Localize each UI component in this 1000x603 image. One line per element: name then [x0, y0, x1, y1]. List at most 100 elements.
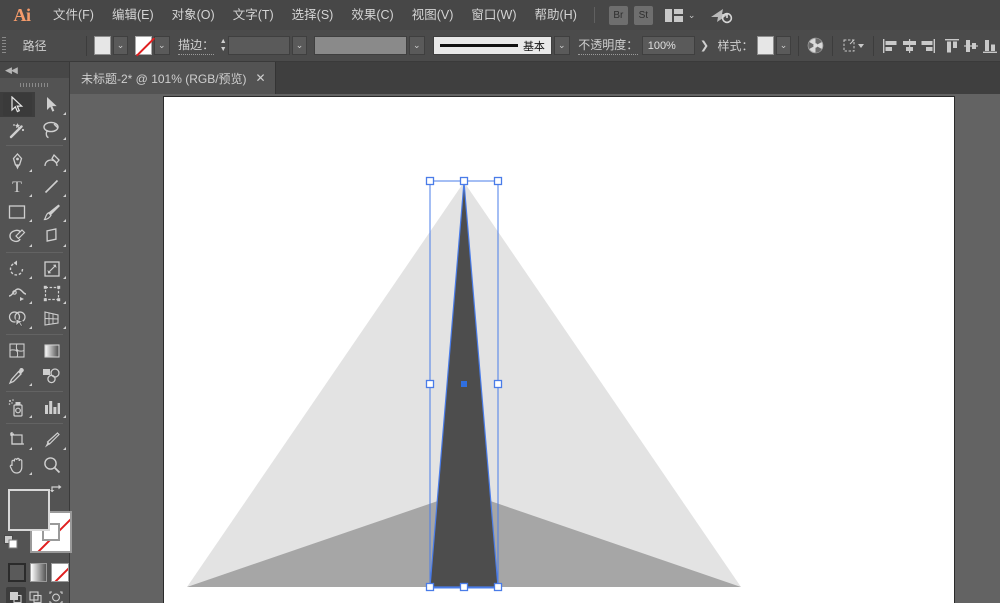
style-label: 样式： [718, 37, 754, 54]
tool-slice[interactable] [35, 427, 70, 452]
align-center-horizontal-icon[interactable] [900, 35, 919, 57]
transform-panel-icon[interactable] [840, 35, 866, 57]
tools-panel-collapse-button[interactable]: ◀◀ [0, 62, 69, 78]
chevron-down-icon: ⌄ [688, 10, 696, 21]
draw-normal-mode-button[interactable] [6, 587, 26, 603]
tool-mesh[interactable] [0, 338, 35, 363]
stroke-weight-stepper[interactable]: ▲▼ [218, 36, 227, 55]
draw-inside-mode-button[interactable] [46, 587, 66, 603]
draw-behind-mode-button[interactable] [26, 587, 46, 603]
tool-group-corner-icon [29, 244, 32, 247]
tool-eraser[interactable] [35, 224, 70, 249]
fill-color-box[interactable] [8, 489, 50, 531]
graphic-style-chevron-icon[interactable]: ⌄ [776, 36, 792, 55]
graphic-style-swatch[interactable] [757, 36, 774, 55]
tool-pen[interactable] [0, 149, 35, 174]
close-icon[interactable]: ✕ [256, 72, 266, 84]
stroke-weight-chevron-icon[interactable]: ⌄ [292, 36, 308, 55]
stroke-color-swatch[interactable] [135, 36, 152, 55]
collapse-double-chevron-icon: ◀◀ [5, 65, 17, 76]
fill-stroke-controls [0, 481, 70, 559]
align-bottom-icon[interactable] [981, 35, 1000, 57]
tool-magic-wand[interactable] [0, 117, 35, 142]
tool-blend[interactable] [35, 363, 70, 388]
tool-symbol-sprayer[interactable] [0, 395, 35, 420]
recolor-artwork-icon[interactable] [806, 35, 825, 57]
tool-paintbrush[interactable] [35, 199, 70, 224]
menu-item-view[interactable]: 视图(V) [403, 0, 463, 30]
tool-group-corner-icon [63, 301, 66, 304]
menu-item-type[interactable]: 文字(T) [224, 0, 283, 30]
align-left-icon[interactable] [881, 35, 900, 57]
align-top-icon[interactable] [943, 35, 962, 57]
stroke-profile-chevron-icon[interactable]: ⌄ [409, 36, 425, 55]
stroke-weight-label: 描边： [178, 36, 214, 55]
tool-column-graph[interactable] [35, 395, 70, 420]
tool-zoom[interactable] [35, 452, 70, 477]
tool-hand[interactable] [0, 452, 35, 477]
bridge-button[interactable]: Br [609, 6, 628, 25]
tool-shaper[interactable] [0, 224, 35, 249]
stroke-weight-input[interactable] [228, 36, 290, 55]
menu-bar: Ai 文件(F) 编辑(E) 对象(O) 文字(T) 选择(S) 效果(C) 视… [0, 0, 1000, 30]
tool-divider [6, 252, 63, 253]
menu-item-select[interactable]: 选择(S) [283, 0, 343, 30]
gradient-fill-button[interactable] [30, 563, 48, 582]
creative-cloud-sync-icon[interactable] [709, 6, 733, 24]
tool-line-segment[interactable] [35, 174, 70, 199]
control-bar-grip[interactable] [0, 30, 9, 62]
tool-width[interactable] [0, 281, 35, 306]
canvas-area[interactable] [70, 94, 1000, 603]
tool-group-corner-icon [63, 326, 66, 329]
menu-item-help[interactable]: 帮助(H) [526, 0, 586, 30]
stroke-dropdown-chevron-icon[interactable]: ⌄ [154, 36, 170, 55]
tool-rectangle[interactable] [0, 199, 35, 224]
menu-divider [594, 7, 595, 23]
menu-item-effect[interactable]: 效果(C) [342, 0, 402, 30]
menu-item-file[interactable]: 文件(F) [44, 0, 103, 30]
fill-type-buttons [0, 559, 69, 582]
fill-color-swatch[interactable] [94, 36, 111, 55]
tool-scale[interactable] [35, 256, 70, 281]
align-right-icon[interactable] [919, 35, 938, 57]
swap-fill-stroke-icon[interactable] [50, 483, 64, 497]
align-middle-vertical-icon[interactable] [962, 35, 981, 57]
tool-perspective-grid[interactable] [35, 306, 70, 331]
none-fill-button[interactable] [51, 563, 69, 582]
tool-lasso[interactable] [35, 117, 70, 142]
opacity-input[interactable]: 100% [642, 36, 695, 55]
tool-eyedropper[interactable] [0, 363, 35, 388]
tool-rotate[interactable] [0, 256, 35, 281]
tool-group-corner-icon [29, 301, 32, 304]
brush-definition-chevron-icon[interactable]: ⌄ [554, 36, 570, 55]
color-fill-button[interactable] [8, 563, 26, 582]
tool-free-transform[interactable] [35, 281, 70, 306]
default-fill-stroke-icon[interactable] [4, 535, 19, 550]
tool-curvature[interactable] [35, 149, 70, 174]
tool-group-corner-icon [29, 219, 32, 222]
menu-item-edit[interactable]: 编辑(E) [103, 0, 163, 30]
divider [798, 36, 799, 56]
tool-selection[interactable] [0, 92, 35, 117]
tools-panel-grip[interactable] [0, 78, 69, 92]
brush-definition-label: 基本 [523, 38, 545, 54]
document-tab[interactable]: 未标题-2* @ 101% (RGB/预览) ✕ [70, 62, 276, 94]
fill-dropdown-chevron-icon[interactable]: ⌄ [113, 36, 129, 55]
tool-direct-selection[interactable] [35, 92, 70, 117]
brush-definition-select[interactable]: 基本 [433, 36, 552, 55]
tool-shape-builder[interactable] [0, 306, 35, 331]
document-tab-bar: 未标题-2* @ 101% (RGB/预览) ✕ [0, 62, 1000, 94]
opacity-options-arrow-icon[interactable]: ❯ [695, 39, 714, 52]
tool-gradient[interactable] [35, 338, 70, 363]
tool-type[interactable]: T [0, 174, 35, 199]
menu-item-window[interactable]: 窗口(W) [462, 0, 525, 30]
tool-group-corner-icon [63, 415, 66, 418]
menu-item-object[interactable]: 对象(O) [163, 0, 224, 30]
artboard[interactable] [163, 96, 955, 603]
stroke-profile-select[interactable] [314, 36, 407, 55]
tool-artboard[interactable] [0, 427, 35, 452]
tool-divider [6, 334, 63, 335]
divider [873, 36, 874, 56]
arrange-documents-button[interactable]: ⌄ [665, 9, 696, 22]
stock-button[interactable]: St [634, 6, 653, 25]
